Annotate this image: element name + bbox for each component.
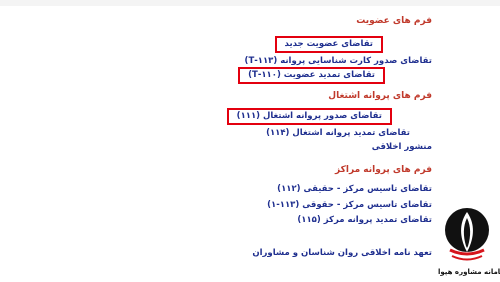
new-membership-link[interactable]: تقاضای عضویت جدید [274,36,383,53]
ethics-pledge-link[interactable]: تعهد نامه اخلاقی روان شناسان و مشاوران [252,248,432,258]
renew-center-license-link[interactable]: تقاضای تمدید پروانه مرکز (۱۱۵) [297,215,432,225]
license-card-link[interactable]: تقاضای صدور کارت شناسایی پروانه (۱۱۳-T) [245,56,432,66]
establish-center-legal-link[interactable]: تقاضای تاسیس مرکز - حقوقی (۱۱۳-۱) [267,200,432,210]
page-top-strip [0,0,500,6]
section-heading-employment-license: فرم های پروانه اشتغال [328,91,432,101]
quill-icon [445,208,489,261]
establish-center-natural-link[interactable]: تقاضای تاسیس مرکز - حقیقی (۱۱۲) [277,184,432,194]
renew-membership-link[interactable]: تقاضای تمدید عضویت (۱۱۰-T) [238,67,385,84]
ethics-charter-link[interactable]: منشور اخلاقی [372,142,432,152]
section-heading-membership: فرم های عضویت [356,16,432,26]
issue-license-link[interactable]: تقاضای صدور پروانه اشتغال (۱۱۱) [226,108,392,125]
site-logo [438,198,496,278]
renew-license-link[interactable]: تقاضای تمدید پروانه اشتغال (۱۱۴) [266,128,410,138]
section-heading-center-license: فرم های پروانه مراکز [335,165,432,175]
watermark-text: سامانه مشاوره هپوا [438,268,500,276]
